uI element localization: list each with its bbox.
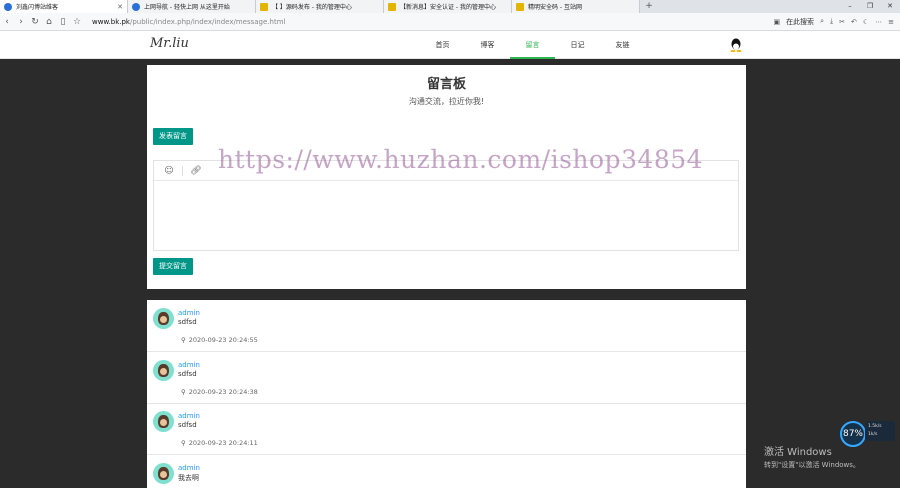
comment-text: sdfsd [178,370,197,378]
menu-icon[interactable]: ≡ [888,18,894,26]
avatar [153,360,174,381]
tab-label: 刘鑫闪博站维客 [16,4,59,11]
browser-tab[interactable]: 刘鑫闪博站维客 ✕ [0,0,128,13]
comment-author[interactable]: admin [178,464,200,472]
site-favicon-icon [516,2,524,11]
link-icon[interactable]: 🔗︎ [187,166,205,176]
avatar [153,411,174,432]
nav-item-home[interactable]: 首页 [420,31,465,59]
activation-title: 激活 Windows [764,447,832,458]
back-icon[interactable]: ‹ [0,17,14,27]
address-bar: ‹ › ↻ ⌂ ▯ ☆ www.bk.pk/public/index.php/i… [0,13,900,31]
submit-message-button[interactable]: 提交留言 [153,258,193,275]
search-icon[interactable]: ⌕ [820,17,824,26]
activation-subtitle: 转到"设置"以激活 Windows。 [764,461,860,469]
comment-item: admin sdfsd ⚲ 2020-09-23 20:24:38 [147,352,746,404]
tab-label: 【 】源码发布 - 我的管理中心 [272,4,352,11]
location-pin-icon: ⚲ [181,439,186,447]
comment-time: ⚲ 2020-09-23 20:24:11 [181,439,258,447]
comment-item: admin 我去啊 [147,455,746,488]
search-engine-icon[interactable]: ▣ [773,18,780,26]
download-icon[interactable]: ⤓ [830,17,833,26]
nav-item-message[interactable]: 留言 [510,31,555,59]
location-pin-icon: ⚲ [181,388,186,396]
comment-text: sdfsd [178,421,197,429]
nav-item-diary[interactable]: 日记 [555,31,600,59]
bookmark-star-icon[interactable]: ☆ [70,17,84,27]
browser-tab[interactable]: 【新消息】安全认证 - 我的管理中心 [384,0,512,13]
comment-timestamp: 2020-09-23 20:24:11 [188,439,258,447]
close-tab-icon[interactable]: ✕ [117,3,123,11]
browser-tab[interactable]: 上网导航 - 轻快上网 从这里开始 [128,0,256,13]
search-input[interactable]: 在此搜索 [786,17,814,27]
main-nav: 首页 博客 留言 日记 友链 [420,31,645,59]
comment-time: ⚲ 2020-09-23 20:24:38 [181,388,258,396]
site-favicon-icon [132,2,140,11]
comment-author[interactable]: admin [178,361,200,369]
comment-item: admin sdfsd ⚲ 2020-09-23 20:24:11 [147,403,746,455]
comment-author[interactable]: admin [178,309,200,317]
url-path: /public/index.php/index/index/message.ht… [129,17,286,26]
upload-speed: 1.5k/s [868,424,882,429]
new-tab-button[interactable]: + [640,0,658,13]
qq-penguin-icon[interactable] [730,38,742,52]
comment-text: sdfsd [178,318,197,326]
avatar [153,308,174,329]
location-pin-icon: ⚲ [181,336,186,344]
browser-tab[interactable]: 精明安全码 - 互站网 [512,0,640,13]
tab-label: 精明安全码 - 互站网 [528,4,582,11]
tab-label: 【新消息】安全认证 - 我的管理中心 [400,4,496,11]
scissors-icon[interactable]: ✂ [839,18,845,26]
refresh-icon[interactable]: ↻ [28,17,42,27]
url-host: www.bk.pk [92,17,130,26]
comment-author[interactable]: admin [178,412,200,420]
site-header: Mr.liu 首页 博客 留言 日记 友链 [0,31,900,59]
smile-icon[interactable]: ☺ [160,166,178,176]
avatar [153,463,174,484]
undo-icon[interactable]: ↶ [851,18,857,26]
page-title: 留言板 [426,77,466,92]
site-favicon-icon [388,2,396,11]
windows-activation-notice: 激活 Windows 转到"设置"以激活 Windows。 [764,443,860,470]
download-speed: 1k/s [868,432,878,437]
site-favicon-icon [260,2,268,11]
forward-icon[interactable]: › [14,17,28,27]
browser-tab-bar: 刘鑫闪博站维客 ✕ 上网导航 - 轻快上网 从这里开始 【 】源码发布 - 我的… [0,0,900,13]
toolbar-divider [182,165,183,176]
more-icon[interactable]: ⋯ [875,18,882,26]
comment-list: admin sdfsd ⚲ 2020-09-23 20:24:55 admin s… [147,300,746,488]
maximize-button[interactable]: ❐ [860,0,880,13]
window-controls: – ❐ ✕ [840,0,900,13]
home-icon[interactable]: ⌂ [42,17,56,27]
comment-timestamp: 2020-09-23 20:24:55 [188,336,258,344]
page-subtitle: 沟通交流，拉近你我! [408,97,485,106]
watermark-text: https://www.huzhan.com/ishop34854 [218,145,704,174]
network-speed-panel: 1.5k/s 1k/s [865,421,895,441]
comment-timestamp: 2020-09-23 20:24:38 [188,388,258,396]
close-window-button[interactable]: ✕ [880,0,900,13]
site-logo[interactable]: Mr.liu [150,36,189,51]
tab-label: 上网导航 - 轻快上网 从这里开始 [144,4,230,11]
nav-item-links[interactable]: 友链 [600,31,645,59]
comment-text: 我去啊 [178,474,199,482]
nav-item-blog[interactable]: 博客 [465,31,510,59]
post-message-button[interactable]: 发表留言 [153,128,193,145]
minimize-button[interactable]: – [840,0,860,13]
browser-tab[interactable]: 【 】源码发布 - 我的管理中心 [256,0,384,13]
reader-icon[interactable]: ▯ [56,17,70,27]
night-mode-icon[interactable]: ☾ [863,18,869,26]
url-field[interactable]: www.bk.pk/public/index.php/index/index/m… [92,18,285,26]
message-board-panel: 留言板 沟通交流，拉近你我! 发表留言 ☺ 🔗︎ 提交留言 [147,65,746,289]
comment-time: ⚲ 2020-09-23 20:24:55 [181,336,258,344]
site-favicon-icon [4,2,12,11]
comment-item: admin sdfsd ⚲ 2020-09-23 20:24:55 [147,300,746,352]
